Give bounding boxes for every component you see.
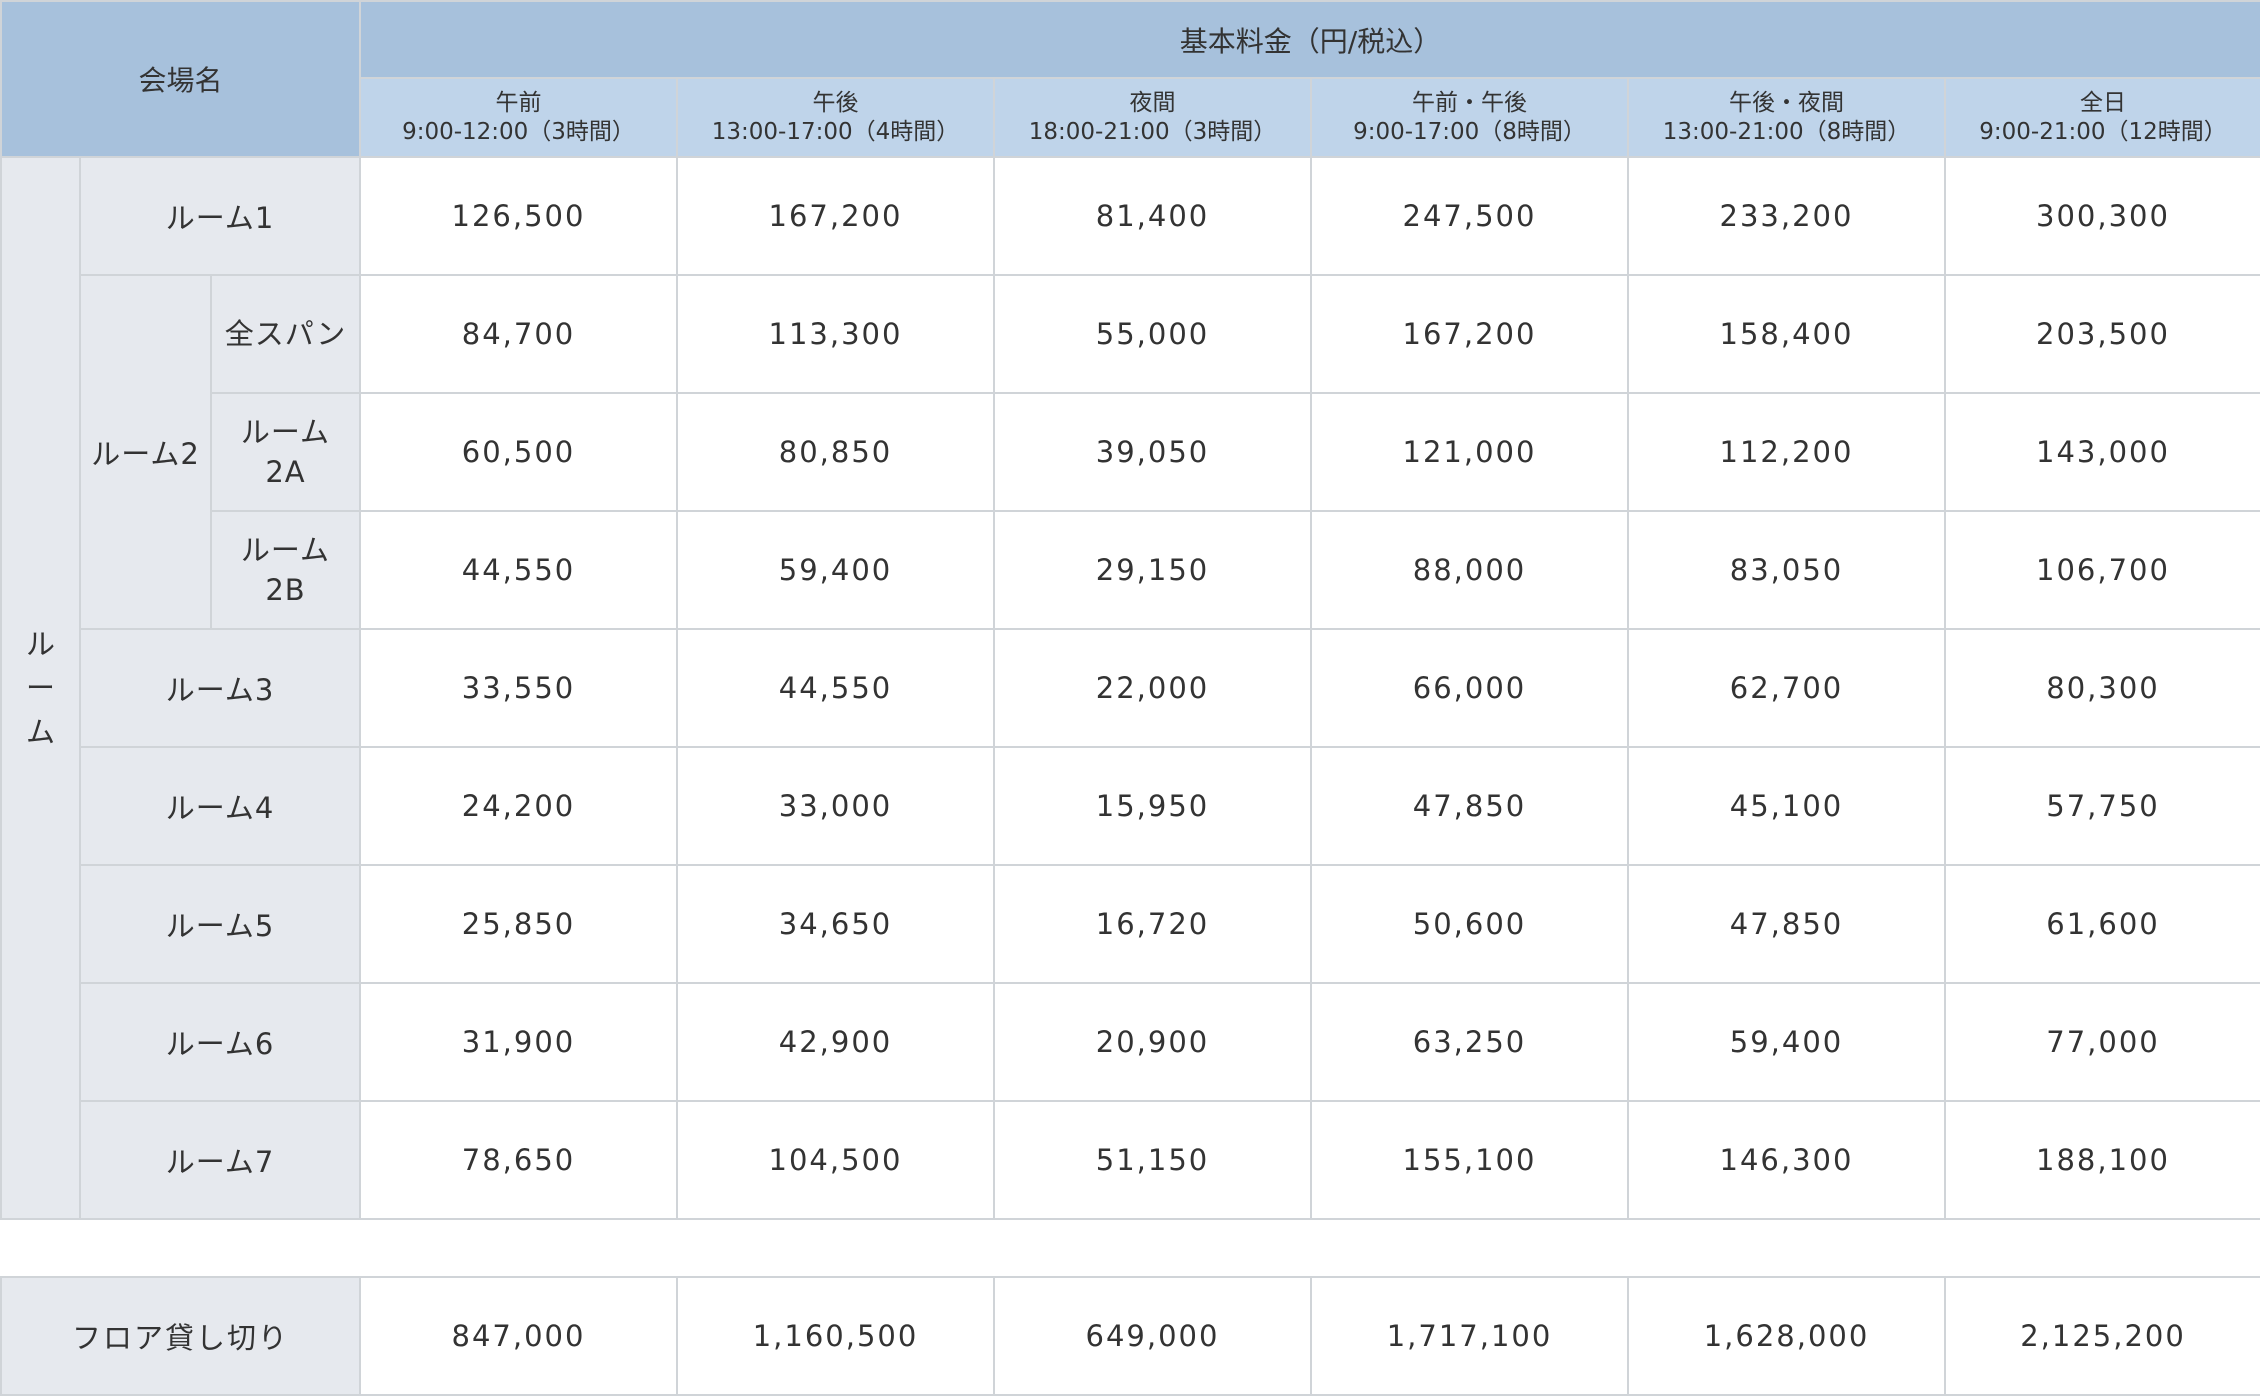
table-row: ル ー ム ルーム1 126,500 167,200 81,400 247,50… [0,156,2260,1220]
subroom-label: ルーム 2B [210,510,361,630]
price-cell: 44,550 [676,628,995,748]
price-cell: 2,125,200 [1944,1276,2260,1396]
price-cell: 62,700 [1627,628,1946,748]
room-label: ルーム7 [79,1100,361,1220]
subroom-label: 全スパン [210,274,361,394]
price-cell: 66,000 [1310,628,1629,748]
price-cell: 61,600 [1944,864,2260,984]
price-cell: 106,700 [1944,510,2260,630]
price-cell: 1,160,500 [676,1276,995,1396]
table-row: ルーム2 全スパン 84,700 113,300 55,000 167,200 … [1,274,2260,630]
price-cell: 80,850 [676,392,995,512]
price-cell: 33,000 [676,746,995,866]
price-cell: 16,720 [993,864,1312,984]
price-cell: 300,300 [1944,156,2260,276]
price-cell: 167,200 [676,156,995,276]
price-cell: 1,717,100 [1310,1276,1629,1396]
price-cell: 1,628,000 [1627,1276,1946,1396]
slot-header-full-day: 全日 9:00-21:00（12時間） [1944,77,2260,158]
price-cell: 34,650 [676,864,995,984]
price-cell: 77,000 [1944,982,2260,1102]
price-cell: 29,150 [993,510,1312,630]
table-row: ルーム6 31,900 42,900 20,900 63,250 59,400 … [1,982,2260,1102]
price-cell: 31,900 [359,982,678,1102]
price-cell: 20,900 [993,982,1312,1102]
price-cell: 57,750 [1944,746,2260,866]
table-row: ルーム5 25,850 34,650 16,720 50,600 47,850 … [1,864,2260,984]
subroom-label: ルーム 2A [210,392,361,512]
room-label: ルーム1 [79,156,361,276]
price-cell: 44,550 [359,510,678,630]
price-cell: 60,500 [359,392,678,512]
price-cell: 83,050 [1627,510,1946,630]
table-header: 会場名 基本料金（円/税込） 午前 9:00-12:00（3時間） 午後 13:00… [0,0,2260,158]
slot-header-morning-afternoon: 午前・午後 9:00-17:00（8時間） [1310,77,1629,158]
price-cell: 59,400 [1627,982,1946,1102]
price-cell: 126,500 [359,156,678,276]
slot-header-afternoon: 午後 13:00-17:00（4時間） [676,77,995,158]
price-cell: 247,500 [1310,156,1629,276]
price-cell: 112,200 [1627,392,1946,512]
price-cell: 78,650 [359,1100,678,1220]
price-cell: 50,600 [1310,864,1629,984]
price-cell: 15,950 [993,746,1312,866]
price-cell: 47,850 [1310,746,1629,866]
price-cell: 188,100 [1944,1100,2260,1220]
price-cell: 25,850 [359,864,678,984]
room-label: ルーム3 [79,628,361,748]
price-cell: 39,050 [993,392,1312,512]
price-cell: 104,500 [676,1100,995,1220]
floor-rental-row: フロア貸し切り 847,000 1,160,500 649,000 1,717,… [0,1276,2260,1396]
room-label: ルーム2 [79,274,212,630]
slot-header-afternoon-night: 午後・夜間 13:00-21:00（8時間） [1627,77,1946,158]
price-cell: 33,550 [359,628,678,748]
price-cell: 42,900 [676,982,995,1102]
price-cell: 203,500 [1944,274,2260,394]
price-cell: 167,200 [1310,274,1629,394]
table-row: ルーム7 78,650 104,500 51,150 155,100 146,3… [1,1100,2260,1220]
venue-name-header: 会場名 [0,0,361,158]
pricing-table: 会場名 基本料金（円/税込） 午前 9:00-12:00（3時間） 午後 13:00… [0,0,2260,1220]
price-cell: 649,000 [993,1276,1312,1396]
base-fee-header: 基本料金（円/税込） [359,0,2260,79]
table-row: ルーム4 24,200 33,000 15,950 47,850 45,100 … [1,746,2260,866]
room-label: ルーム6 [79,982,361,1102]
slot-header-night: 夜間 18:00-21:00（3時間） [993,77,1312,158]
price-cell: 847,000 [359,1276,678,1396]
price-cell: 84,700 [359,274,678,394]
table-row: ルーム 2A 60,500 80,850 39,050 121,000 112,2… [1,392,2260,512]
price-cell: 47,850 [1627,864,1946,984]
price-cell: 45,100 [1627,746,1946,866]
table-row: ルーム3 33,550 44,550 22,000 66,000 62,700 … [1,628,2260,748]
price-cell: 88,000 [1310,510,1629,630]
price-cell: 233,200 [1627,156,1946,276]
price-cell: 155,100 [1310,1100,1629,1220]
room-label: ルーム4 [79,746,361,866]
price-cell: 81,400 [993,156,1312,276]
price-cell: 55,000 [993,274,1312,394]
price-cell: 121,000 [1310,392,1629,512]
room-category-label: ル ー ム [0,156,81,1220]
price-cell: 63,250 [1310,982,1629,1102]
price-cell: 22,000 [993,628,1312,748]
table-row: ルーム 2B 44,550 59,400 29,150 88,000 83,050… [1,510,2260,630]
price-cell: 146,300 [1627,1100,1946,1220]
price-cell: 24,200 [359,746,678,866]
floor-rental-table: フロア貸し切り 847,000 1,160,500 649,000 1,717,… [0,1276,2260,1396]
room-label: ルーム5 [79,864,361,984]
price-cell: 59,400 [676,510,995,630]
price-cell: 158,400 [1627,274,1946,394]
floor-rental-label: フロア貸し切り [0,1276,361,1396]
price-cell: 51,150 [993,1100,1312,1220]
price-cell: 113,300 [676,274,995,394]
price-cell: 80,300 [1944,628,2260,748]
slot-header-morning: 午前 9:00-12:00（3時間） [359,77,678,158]
price-cell: 143,000 [1944,392,2260,512]
